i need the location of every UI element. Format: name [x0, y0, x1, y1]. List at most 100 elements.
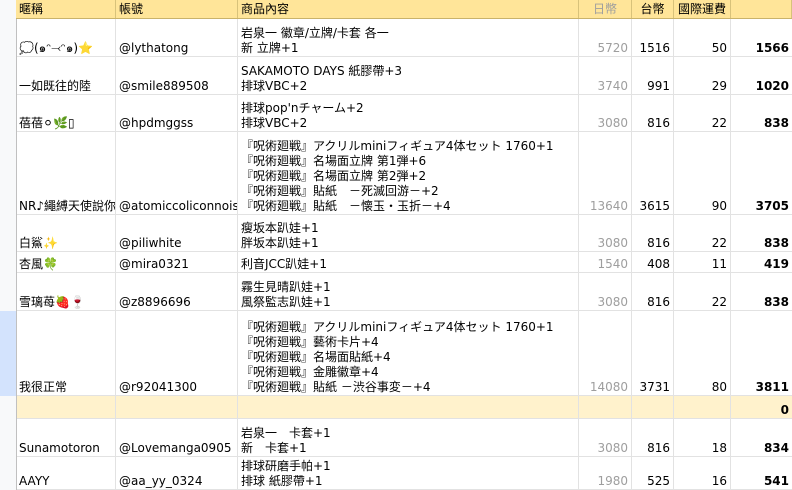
row-gutter[interactable]: [0, 57, 17, 95]
shipping-cell[interactable]: 11: [674, 252, 731, 272]
nickname-cell[interactable]: 雪璃苺🍓🍷: [16, 273, 116, 310]
twd-cell[interactable]: 816: [632, 215, 674, 251]
items-cell[interactable]: [238, 396, 579, 418]
header-nickname[interactable]: 暱稱: [16, 0, 116, 18]
twd-cell[interactable]: 816: [632, 419, 674, 456]
total-cell[interactable]: 3811: [731, 311, 792, 395]
nickname-cell[interactable]: 白鯊✨: [16, 215, 116, 251]
nickname-cell[interactable]: Sunamotoron: [16, 419, 116, 456]
jpy-cell[interactable]: [579, 396, 632, 418]
header-items[interactable]: 商品內容: [238, 0, 579, 18]
twd-cell[interactable]: 816: [632, 273, 674, 310]
jpy-cell[interactable]: 1540: [579, 252, 632, 272]
total-cell[interactable]: 838: [731, 215, 792, 251]
nickname-cell[interactable]: NR♪繩縛天使說你: [16, 132, 116, 214]
total-cell[interactable]: 838: [731, 95, 792, 131]
items-cell[interactable]: 瘦坂本趴娃+1 胖坂本趴娃+1: [238, 215, 579, 251]
row-gutter[interactable]: [0, 457, 17, 490]
nickname-cell[interactable]: [16, 396, 116, 418]
twd-cell[interactable]: 1516: [632, 19, 674, 56]
row-header-gutter[interactable]: [0, 0, 17, 19]
account-cell[interactable]: @mira0321: [116, 252, 238, 272]
account-cell[interactable]: @z8896696: [116, 273, 238, 310]
items-cell[interactable]: SAKAMOTO DAYS 紙膠帶+3 排球VBC+2: [238, 57, 579, 94]
shipping-cell[interactable]: 50: [674, 19, 731, 56]
items-cell[interactable]: 岩泉一 徽章/立牌/卡套 各一新 立牌+1: [238, 19, 579, 56]
items-cell[interactable]: 『呪術廻戦』アクリルminiフィギュア4体セット 1760+1 『呪術廻戦』名場面…: [238, 132, 579, 214]
jpy-cell[interactable]: 5720: [579, 19, 632, 56]
account-cell[interactable]: [116, 396, 238, 418]
twd-cell[interactable]: 408: [632, 252, 674, 272]
jpy-cell[interactable]: 3080: [579, 273, 632, 310]
shipping-cell[interactable]: 16: [674, 457, 731, 489]
total-cell[interactable]: 3705: [731, 132, 792, 214]
row-gutter[interactable]: [0, 95, 17, 132]
items-cell[interactable]: 排球pop'nチャーム+2 排球VBC+2: [238, 95, 579, 131]
row-gutter[interactable]: [0, 311, 17, 396]
account-cell[interactable]: @r92041300: [116, 311, 238, 395]
header-total[interactable]: [731, 0, 792, 18]
header-shipping[interactable]: 國際運費: [674, 0, 731, 18]
item-line: 新 卡套+1: [241, 441, 307, 455]
jpy-cell[interactable]: 3080: [579, 215, 632, 251]
header-jpy[interactable]: 日幣: [579, 0, 632, 18]
account-cell[interactable]: @hpdmggss: [116, 95, 238, 131]
account-cell[interactable]: @piliwhite: [116, 215, 238, 251]
total-cell[interactable]: 1020: [731, 57, 792, 94]
row-gutter[interactable]: [0, 19, 17, 57]
twd-cell[interactable]: 3731: [632, 311, 674, 395]
jpy-cell[interactable]: 3080: [579, 419, 632, 456]
nickname-cell[interactable]: AAYY: [16, 457, 116, 489]
account-cell[interactable]: @lythatong: [116, 19, 238, 56]
items-cell[interactable]: 霧生見晴趴娃+1 風祭監志趴娃+1: [238, 273, 579, 310]
row-gutter[interactable]: [0, 215, 17, 252]
shipping-cell[interactable]: 29: [674, 57, 731, 94]
shipping-cell[interactable]: [674, 396, 731, 418]
shipping-cell[interactable]: 18: [674, 419, 731, 456]
twd-cell[interactable]: 816: [632, 95, 674, 131]
row-gutter[interactable]: [0, 252, 17, 273]
nickname-cell[interactable]: 一如既往的陸: [16, 57, 116, 94]
account-cell[interactable]: @aa_yy_0324: [116, 457, 238, 489]
item-line: 風祭監志趴娃+1: [241, 295, 331, 309]
shipping-cell[interactable]: 22: [674, 273, 731, 310]
account-cell[interactable]: @Lovemanga0905: [116, 419, 238, 456]
total-cell[interactable]: 0: [731, 396, 792, 418]
twd-cell[interactable]: 991: [632, 57, 674, 94]
twd-cell[interactable]: [632, 396, 674, 418]
row-gutter[interactable]: [0, 273, 17, 311]
items-cell[interactable]: 岩泉一 卡套+1 新 卡套+1: [238, 419, 579, 456]
shipping-cell[interactable]: 80: [674, 311, 731, 395]
items-cell[interactable]: 『呪術廻戦』アクリルminiフィギュア4体セット 1760+1 『呪術廻戦』藝術卡…: [238, 311, 579, 395]
nickname-cell[interactable]: 💭(๑ᵔ⤙ᵔ๑)⭐: [16, 19, 116, 56]
jpy-cell[interactable]: 14080: [579, 311, 632, 395]
total-cell[interactable]: 834: [731, 419, 792, 456]
twd-cell[interactable]: 525: [632, 457, 674, 489]
row-gutter[interactable]: [0, 396, 17, 419]
account-cell[interactable]: @smile889508: [116, 57, 238, 94]
table-row: 💭(๑ᵔ⤙ᵔ๑)⭐ @lythatong 岩泉一 徽章/立牌/卡套 各一新 立牌+1…: [16, 19, 792, 57]
shipping-cell[interactable]: 22: [674, 95, 731, 131]
total-cell[interactable]: 1566: [731, 19, 792, 56]
items-cell[interactable]: 利音JCC趴娃+1: [238, 252, 579, 272]
jpy-cell[interactable]: 3080: [579, 95, 632, 131]
total-cell[interactable]: 541: [731, 457, 792, 489]
item-line: SAKAMOTO DAYS 紙膠帶+3: [241, 64, 403, 78]
total-cell[interactable]: 419: [731, 252, 792, 272]
nickname-cell[interactable]: 蓓蓓⚪🌿▯: [16, 95, 116, 131]
shipping-cell[interactable]: 90: [674, 132, 731, 214]
jpy-cell[interactable]: 13640: [579, 132, 632, 214]
total-cell[interactable]: 838: [731, 273, 792, 310]
jpy-cell[interactable]: 1980: [579, 457, 632, 489]
twd-cell[interactable]: 3615: [632, 132, 674, 214]
nickname-cell[interactable]: 杏風🍀: [16, 252, 116, 272]
shipping-cell[interactable]: 22: [674, 215, 731, 251]
header-twd[interactable]: 台幣: [632, 0, 674, 18]
row-gutter[interactable]: [0, 132, 17, 215]
header-account[interactable]: 帳號: [116, 0, 238, 18]
row-gutter[interactable]: [0, 419, 17, 457]
items-cell[interactable]: 排球研磨手帕+1 排球 紙膠帶+1: [238, 457, 579, 489]
jpy-cell[interactable]: 3740: [579, 57, 632, 94]
account-cell[interactable]: @atomiccoliconnoisseur: [116, 132, 238, 214]
nickname-cell[interactable]: 我很正常: [16, 311, 116, 395]
